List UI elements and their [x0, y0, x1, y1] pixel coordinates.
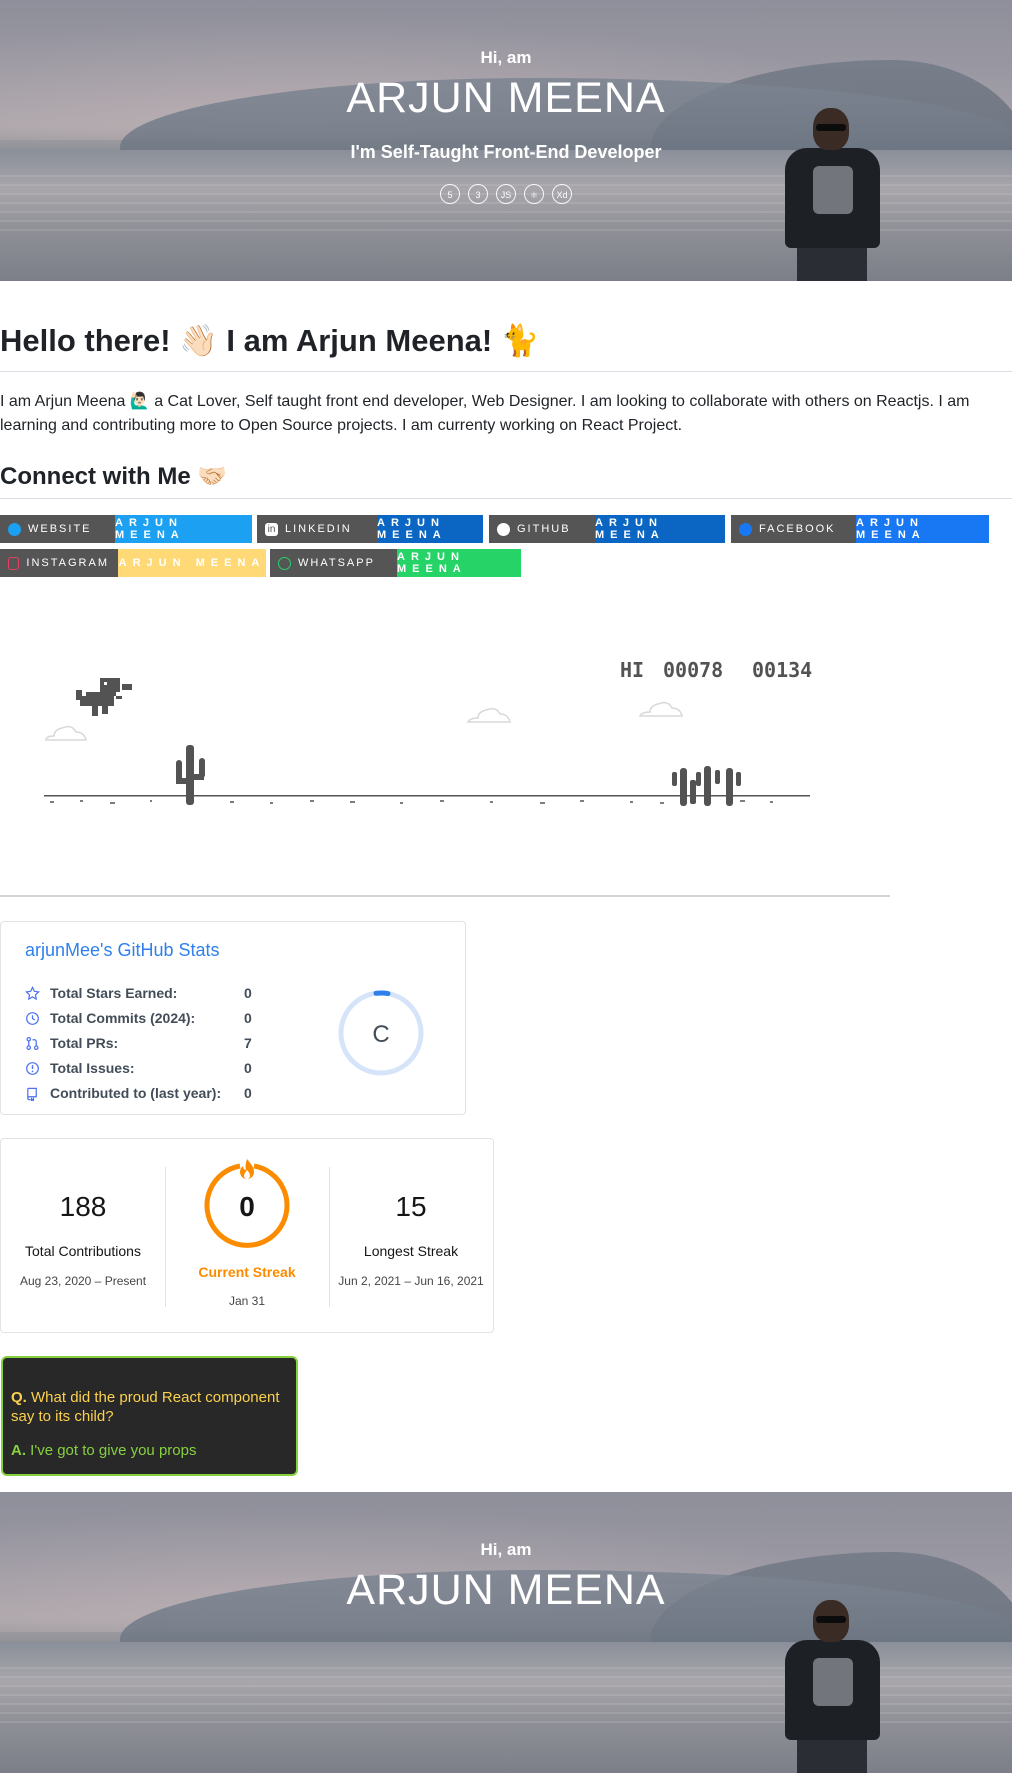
divider: [0, 371, 1012, 372]
hero-name: ARJUN MEENA: [346, 74, 666, 122]
hero-tagline: I'm Self-Taught Front-End Developer: [350, 142, 662, 162]
intro-text: I am Arjun Meena 🙋🏻‍♂️ a Cat Lover, Self…: [0, 393, 970, 434]
whatsapp-badge[interactable]: WHATSAPP ARJUN MEENA: [270, 549, 521, 577]
stat-row: Total Stars Earned: 0: [25, 985, 265, 1005]
dino-icon: [76, 678, 132, 716]
hi-score: 00078: [663, 658, 723, 682]
github-badge[interactable]: GITHUB ARJUN MEENA: [489, 515, 725, 543]
stat-row: Total Commits (2024): 0: [25, 1010, 265, 1030]
instagram-badge[interactable]: INSTAGRAM ARJUN MEENA: [0, 549, 266, 577]
joke-answer: A. I've got to give you props: [11, 1442, 197, 1459]
whatsapp-icon: [278, 556, 291, 570]
hi-score-label: HI: [620, 658, 644, 682]
linkedin-badge[interactable]: in LINKEDIN ARJUN MEENA: [257, 515, 483, 543]
joke-card: Q. What did the proud React component sa…: [1, 1356, 298, 1476]
stat-row: Total Issues: 0: [25, 1060, 265, 1080]
facebook-icon: [739, 522, 752, 536]
stat-row: Total PRs: 7: [25, 1035, 265, 1055]
social-badges: WEBSITE ARJUN MEENA in LINKEDIN ARJUN MEE…: [0, 515, 1012, 579]
cactus-icon: [176, 745, 741, 806]
github-icon: [497, 522, 510, 536]
globe-icon: [8, 522, 21, 536]
html5-icon: 5: [440, 184, 460, 204]
dino-game[interactable]: HI 00078 00134: [40, 640, 850, 840]
history-icon: [26, 1012, 39, 1025]
profile-photo: [785, 1600, 880, 1773]
hero-banner: Hi, am ARJUN MEENA I'm Self-Taught Front…: [0, 0, 1012, 281]
facebook-badge[interactable]: FACEBOOK ARJUN MEENA: [731, 515, 989, 543]
linkedin-icon: in: [265, 522, 278, 536]
cloud-icon: [45, 701, 683, 741]
hero-greeting: Hi, am: [480, 1540, 532, 1559]
divider: [0, 498, 1012, 499]
score-display: HI 00078 00134: [620, 658, 812, 682]
website-badge[interactable]: WEBSITE ARJUN MEENA: [0, 515, 252, 543]
javascript-icon: JS: [496, 184, 516, 204]
star-icon: [25, 986, 40, 1001]
rank-ring: C: [338, 990, 424, 1076]
connect-heading: Connect with Me 🤝🏻: [0, 463, 228, 490]
current-score: 00134: [752, 658, 812, 682]
css3-icon: 3: [468, 184, 488, 204]
pull-request-icon: [26, 1036, 39, 1051]
intro-heading: Hello there! 👋🏻 I am Arjun Meena! 🐈: [0, 323, 540, 358]
instagram-icon: [8, 556, 20, 570]
stats-title: arjunMee's GitHub Stats: [25, 940, 220, 960]
issue-icon: [26, 1062, 39, 1075]
hero-name: ARJUN MEENA: [346, 1566, 666, 1614]
github-stats-card: arjunMee's GitHub Stats Total Stars Earn…: [0, 921, 466, 1115]
streak-stats-card: 188 Total Contributions Aug 23, 2020 – P…: [0, 1138, 494, 1333]
stat-row: Contributed to (last year): 0: [25, 1085, 265, 1105]
repo-icon: [27, 1087, 37, 1101]
divider: [0, 895, 890, 897]
joke-question: Q. What did the proud React component sa…: [11, 1389, 280, 1425]
tech-icons: 5 3 JS ⚛ Xd: [0, 184, 1012, 204]
react-icon: ⚛: [524, 184, 544, 204]
hero-banner-repeat: Hi, am ARJUN MEENA: [0, 1492, 1012, 1773]
rank-letter: C: [372, 1021, 389, 1048]
hero-greeting: Hi, am: [480, 48, 532, 67]
xd-icon: Xd: [552, 184, 572, 204]
